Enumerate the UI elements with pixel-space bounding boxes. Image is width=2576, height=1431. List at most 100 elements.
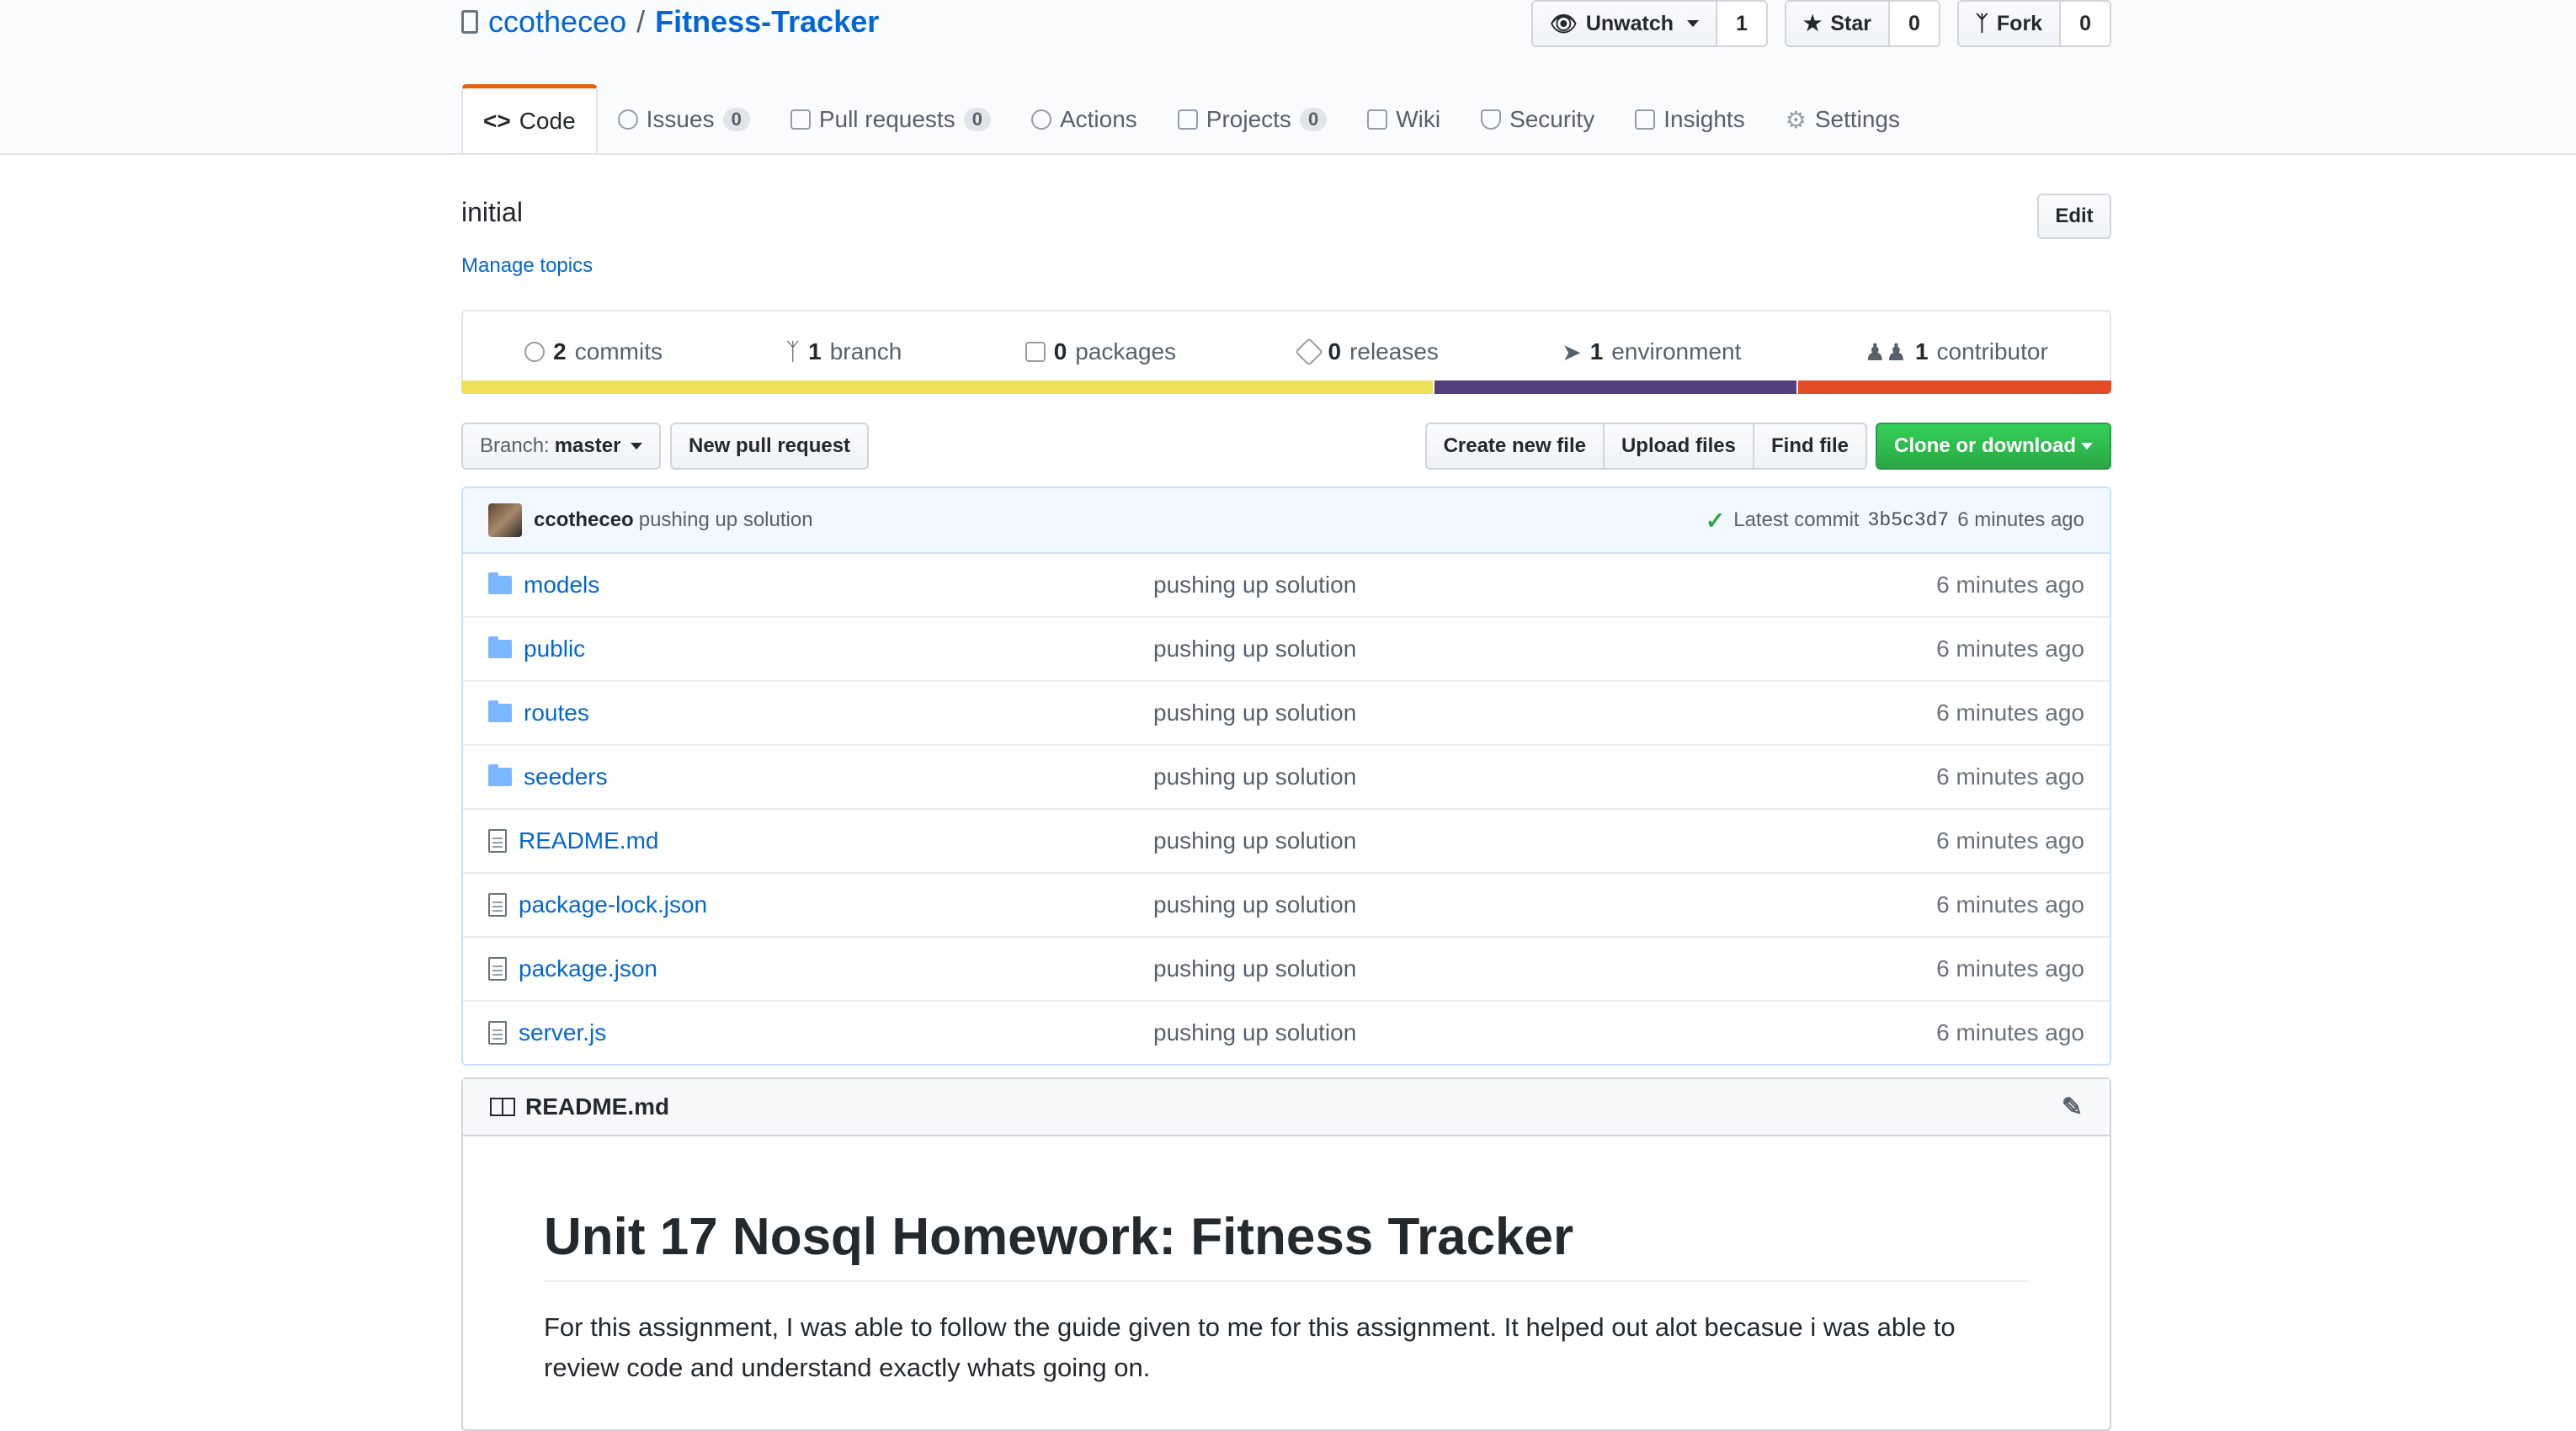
file-commit-message: pushing up solution — [1153, 572, 1936, 598]
file-name-link[interactable]: package.json — [519, 955, 657, 982]
table-row: seeders pushing up solution 6 minutes ago — [463, 744, 2110, 808]
commit-sha-link[interactable]: 3b5c3d7 — [1868, 509, 1950, 531]
repo-owner-link[interactable]: ccotheceo — [488, 4, 626, 40]
fork-button[interactable]: ᛉ Fork — [1958, 2, 2060, 45]
file-name-link[interactable]: public — [524, 636, 585, 662]
tab-insights[interactable]: Insights — [1615, 84, 1765, 155]
table-row: public pushing up solution 6 minutes ago — [463, 616, 2110, 680]
issues-counter: 0 — [722, 108, 750, 131]
tab-wiki[interactable]: Wiki — [1347, 84, 1461, 155]
watch-button[interactable]: 👁 Unwatch — [1532, 2, 1716, 45]
tab-security[interactable]: Security — [1461, 84, 1615, 155]
readme-header: README.md ✎ — [463, 1079, 2110, 1136]
branch-select-button[interactable]: Branch: master — [461, 423, 662, 470]
file-age: 6 minutes ago — [1936, 891, 2084, 918]
package-icon — [1025, 342, 1046, 362]
file-name-link[interactable]: server.js — [519, 1019, 606, 1046]
language-bar-segment[interactable] — [1798, 380, 2111, 394]
gear-icon: ⚙ — [1785, 106, 1807, 133]
file-commit-link[interactable]: pushing up solution — [1153, 955, 1356, 981]
file-actions-group: Create new file Upload files Find file — [1424, 423, 1867, 470]
file-name-link[interactable]: package-lock.json — [519, 891, 707, 918]
file-commit-link[interactable]: pushing up solution — [1153, 572, 1356, 598]
upload-files-button[interactable]: Upload files — [1602, 423, 1754, 470]
latest-commit-info: ✓ Latest commit 3b5c3d7 6 minutes ago — [1706, 507, 2084, 535]
tab-settings-label: Settings — [1814, 106, 1900, 132]
create-new-file-button[interactable]: Create new file — [1424, 423, 1605, 470]
language-bar-segment[interactable] — [1434, 380, 1797, 394]
file-icon — [488, 893, 507, 917]
file-name-link[interactable]: README.md — [519, 827, 658, 854]
file-name-cell: package-lock.json — [488, 891, 1153, 918]
language-bar[interactable] — [461, 380, 2111, 394]
folder-icon — [488, 636, 512, 658]
environment-count: 1 — [1589, 338, 1604, 364]
readme-heading: Unit 17 Nosql Homework: Fitness Tracker — [544, 1207, 2029, 1282]
find-file-button[interactable]: Find file — [1753, 423, 1867, 470]
file-name-link[interactable]: seeders — [524, 763, 608, 790]
summary-releases[interactable]: 0 releases — [1295, 338, 1439, 366]
watch-label: Unwatch — [1585, 11, 1674, 35]
file-navigation: Branch: master New pull request Create n… — [461, 423, 2111, 470]
clone-label: Clone or download — [1894, 434, 2076, 457]
summary-commits[interactable]: 2 commits — [524, 338, 663, 365]
file-list: models pushing up solution 6 minutes ago pu… — [463, 554, 2110, 1064]
clone-or-download-button[interactable]: Clone or download — [1876, 423, 2111, 470]
watch-count[interactable]: 1 — [1716, 2, 1766, 45]
graph-icon — [1635, 109, 1656, 130]
file-icon — [488, 829, 507, 853]
branch-name: master — [554, 434, 621, 457]
file-commit-link[interactable]: pushing up solution — [1153, 636, 1356, 662]
new-pull-request-button[interactable]: New pull request — [670, 423, 870, 470]
commit-message[interactable]: pushing up solution — [639, 508, 813, 532]
star-count[interactable]: 0 — [1887, 2, 1939, 45]
manage-topics-link[interactable]: Manage topics — [461, 254, 593, 278]
file-commit-link[interactable]: pushing up solution — [1153, 763, 1356, 790]
summary-contributors[interactable]: ♟♟ 1 contributor — [1865, 338, 2048, 366]
file-name-cell: routes — [488, 700, 1153, 726]
tab-issues[interactable]: Issues 0 — [598, 84, 770, 155]
tab-projects[interactable]: Projects 0 — [1158, 84, 1347, 155]
file-name-link[interactable]: routes — [524, 700, 589, 726]
shield-icon — [1481, 109, 1502, 130]
tab-projects-label: Projects — [1206, 106, 1291, 132]
tab-insights-label: Insights — [1663, 106, 1745, 132]
folder-icon — [488, 572, 512, 594]
file-table: ccotheceo pushing up solution ✓ Latest c… — [461, 487, 2111, 1066]
repo-nav-tabs: <> Code Issues 0 Pull requests 0 Actions… — [461, 84, 1920, 155]
file-commit-message: pushing up solution — [1153, 827, 1936, 854]
star-label: Star — [1830, 11, 1871, 35]
file-commit-link[interactable]: pushing up solution — [1153, 700, 1356, 726]
tab-actions[interactable]: Actions — [1011, 84, 1158, 155]
file-commit-link[interactable]: pushing up solution — [1153, 891, 1356, 918]
tab-settings[interactable]: ⚙ Settings — [1765, 84, 1920, 155]
language-bar-segment[interactable] — [461, 380, 1434, 394]
tab-pull-requests[interactable]: Pull requests 0 — [770, 84, 1011, 155]
summary-packages[interactable]: 0 packages — [1025, 338, 1176, 365]
repo-name-link[interactable]: Fitness-Tracker — [655, 4, 879, 40]
avatar[interactable] — [488, 503, 522, 537]
star-button[interactable]: ★ Star — [1786, 2, 1888, 45]
latest-commit-age: 6 minutes ago — [1957, 508, 2084, 531]
fork-count[interactable]: 0 — [2059, 2, 2110, 45]
summary-branch[interactable]: ᛉ 1 branch — [785, 338, 902, 365]
file-age: 6 minutes ago — [1936, 827, 2084, 854]
contributor-label: contributor — [1936, 338, 2048, 364]
book-icon — [1367, 109, 1388, 130]
pencil-icon[interactable]: ✎ — [2062, 1093, 2083, 1122]
edit-description-button[interactable]: Edit — [2037, 194, 2111, 239]
file-name-cell: public — [488, 636, 1153, 662]
repo-title: ccotheceo / Fitness-Tracker — [461, 2, 879, 42]
commit-author[interactable]: ccotheceo — [534, 508, 634, 532]
file-name-link[interactable]: models — [524, 572, 599, 598]
tab-code[interactable]: <> Code — [461, 84, 598, 153]
file-commit-message: pushing up solution — [1153, 700, 1936, 726]
summary-environment[interactable]: ➤ 1 environment — [1562, 338, 1741, 366]
eye-icon: 👁 — [1549, 10, 1578, 36]
file-commit-link[interactable]: pushing up solution — [1153, 827, 1356, 854]
commits-label: commits — [574, 338, 663, 364]
file-commit-link[interactable]: pushing up solution — [1153, 1019, 1356, 1045]
releases-label: releases — [1349, 338, 1439, 364]
tab-actions-label: Actions — [1059, 106, 1137, 132]
issue-icon — [617, 109, 638, 130]
